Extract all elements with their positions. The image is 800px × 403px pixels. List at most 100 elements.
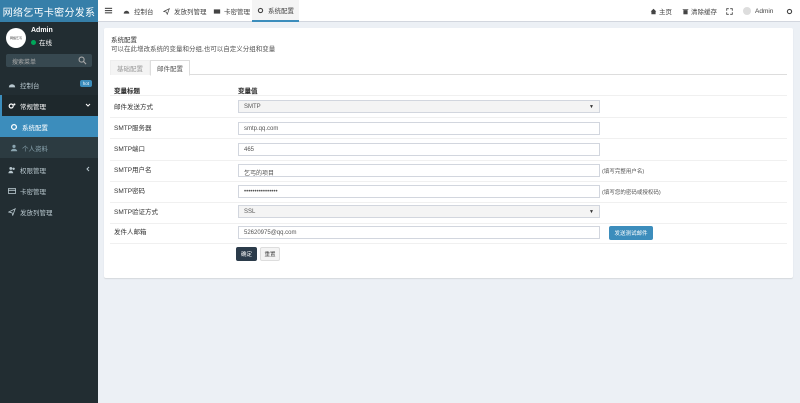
tab-dispatch[interactable]: 发放列管理 bbox=[158, 0, 212, 22]
users-icon bbox=[8, 166, 16, 174]
divider bbox=[110, 117, 787, 118]
hot-badge: hot bbox=[79, 80, 92, 87]
card-icon bbox=[213, 7, 221, 15]
divider bbox=[110, 160, 787, 161]
top-header: 控制台 发放列管理 卡密管理 系统配置 主页 清除缓存 Admin bbox=[98, 0, 800, 22]
sender-email-input[interactable]: 52620975@qq.com bbox=[238, 226, 600, 239]
chevron-left-icon bbox=[86, 166, 90, 172]
home-icon bbox=[650, 8, 657, 15]
fullscreen-button[interactable] bbox=[726, 0, 733, 22]
tab-label: 卡密管理 bbox=[224, 9, 250, 16]
settings-toggle[interactable] bbox=[786, 0, 793, 22]
confirm-button[interactable]: 确定 bbox=[236, 247, 257, 261]
cogs-icon bbox=[8, 102, 16, 110]
column-header-name: 变量标题 bbox=[114, 88, 140, 95]
home-label: 主页 bbox=[659, 9, 672, 16]
clear-cache-label: 清除缓存 bbox=[691, 9, 717, 16]
user-name: Admin bbox=[31, 27, 53, 34]
admin-avatar-icon bbox=[743, 7, 751, 15]
admin-menu[interactable]: Admin bbox=[743, 0, 773, 22]
tab-label: 控制台 bbox=[134, 9, 154, 16]
user-icon bbox=[10, 144, 18, 152]
tab-mail-config[interactable]: 邮件配置 bbox=[150, 60, 190, 76]
tab-basic-config[interactable]: 基础配置 bbox=[110, 60, 150, 75]
cog-icon bbox=[10, 123, 18, 131]
smtp-password-input[interactable]: •••••••••••••••• bbox=[238, 185, 600, 198]
divider bbox=[110, 95, 787, 96]
row-label-smtp-server: SMTP服务器 bbox=[114, 125, 152, 132]
select-value: SSL bbox=[244, 209, 256, 215]
tab-cards[interactable]: 卡密管理 bbox=[208, 0, 255, 22]
send-icon bbox=[163, 7, 171, 15]
select-value: SMTP bbox=[244, 104, 261, 110]
sidebar-item-general[interactable]: 常规管理 bbox=[0, 95, 98, 116]
app-logo[interactable]: 网络乞丐卡密分发系 bbox=[0, 0, 98, 22]
tab-dashboard[interactable]: 控制台 bbox=[118, 0, 159, 22]
fullscreen-icon bbox=[726, 7, 733, 15]
smtp-server-input[interactable]: smtp.qq.com bbox=[238, 122, 600, 135]
row-label-smtp-password: SMTP密码 bbox=[114, 188, 146, 195]
user-status: 在线 bbox=[31, 37, 52, 47]
sidebar-item-label: 发放列管理 bbox=[20, 209, 53, 217]
reset-button[interactable]: 重置 bbox=[260, 247, 280, 261]
card-icon bbox=[8, 187, 16, 195]
sidebar-item-dispatch[interactable]: 发放列管理 bbox=[0, 201, 98, 222]
column-header-value: 变量值 bbox=[238, 88, 258, 95]
sidebar-item-profile[interactable]: 个人资料 bbox=[0, 137, 98, 158]
home-link[interactable]: 主页 bbox=[650, 0, 672, 22]
gears-icon bbox=[786, 8, 793, 15]
cog-icon bbox=[257, 6, 265, 14]
row-label-smtp-port: SMTP端口 bbox=[114, 146, 146, 153]
divider bbox=[110, 138, 787, 139]
caret-down-icon: ▼ bbox=[589, 104, 594, 110]
smtp-password-hint: (填写您的密码或授权码) bbox=[602, 190, 661, 196]
page-subtitle: 可以在此增改系统的变量和分组,也可以自定义分组和变量 bbox=[111, 46, 276, 53]
user-panel: 网络乞丐 Admin 在线 bbox=[0, 26, 98, 54]
sidebar-item-dashboard[interactable]: 控制台 hot bbox=[0, 74, 98, 95]
row-label-mail-method: 邮件发送方式 bbox=[114, 104, 153, 111]
dashboard-icon bbox=[8, 81, 16, 89]
mail-method-select[interactable]: SMTP ▼ bbox=[238, 100, 600, 113]
divider bbox=[110, 202, 787, 203]
sidebar-item-label: 控制台 bbox=[20, 82, 40, 90]
dashboard-icon bbox=[123, 7, 131, 15]
sidebar: 网络乞丐卡密分发系 网络乞丐 Admin 在线 搜索菜单 控制台 hot 常规管… bbox=[0, 0, 98, 403]
chevron-down-icon bbox=[85, 103, 91, 107]
search-input[interactable]: 搜索菜单 bbox=[12, 57, 36, 66]
avatar: 网络乞丐 bbox=[6, 28, 26, 48]
send-test-mail-button[interactable]: 发送测试邮件 bbox=[609, 226, 653, 240]
online-dot-icon bbox=[31, 39, 36, 45]
menu-toggle-icon[interactable] bbox=[104, 6, 113, 15]
tab-label: 系统配置 bbox=[268, 8, 294, 15]
smtp-port-input[interactable]: 465 bbox=[238, 143, 600, 156]
clear-cache-link[interactable]: 清除缓存 bbox=[682, 0, 717, 22]
tab-label: 发放列管理 bbox=[174, 9, 207, 16]
divider bbox=[110, 223, 787, 224]
smtp-auth-select[interactable]: SSL ▼ bbox=[238, 205, 600, 218]
sidebar-item-label: 常规管理 bbox=[20, 103, 46, 111]
sidebar-item-cards[interactable]: 卡密管理 bbox=[0, 180, 98, 201]
caret-down-icon: ▼ bbox=[589, 209, 594, 215]
tab-system-config[interactable]: 系统配置 bbox=[252, 0, 299, 22]
sidebar-item-label: 权限管理 bbox=[20, 167, 46, 175]
config-tabs: 基础配置 邮件配置 bbox=[110, 60, 787, 76]
sidebar-item-label: 卡密管理 bbox=[20, 188, 46, 196]
sidebar-item-label: 个人资料 bbox=[22, 145, 48, 153]
trash-icon bbox=[682, 8, 689, 15]
smtp-user-input[interactable]: 乞丐的项目 bbox=[238, 164, 600, 177]
config-panel: 系统配置 可以在此增改系统的变量和分组,也可以自定义分组和变量 基础配置 邮件配… bbox=[104, 28, 793, 278]
status-text: 在线 bbox=[39, 40, 52, 47]
sidebar-search[interactable]: 搜索菜单 bbox=[6, 54, 92, 67]
divider bbox=[110, 243, 787, 244]
divider bbox=[110, 181, 787, 182]
search-icon[interactable] bbox=[78, 56, 87, 65]
row-label-smtp-auth: SMTP验证方式 bbox=[114, 209, 159, 216]
sidebar-item-system-config[interactable]: 系统配置 bbox=[0, 116, 98, 137]
sidebar-item-label: 系统配置 bbox=[22, 124, 48, 132]
smtp-user-hint: (填写完整用户名) bbox=[602, 169, 645, 175]
sidebar-item-permissions[interactable]: 权限管理 bbox=[0, 159, 98, 180]
row-label-smtp-user: SMTP用户名 bbox=[114, 167, 152, 174]
send-icon bbox=[8, 207, 16, 216]
row-label-sender-email: 发件人邮箱 bbox=[114, 229, 147, 236]
admin-label: Admin bbox=[755, 7, 774, 15]
